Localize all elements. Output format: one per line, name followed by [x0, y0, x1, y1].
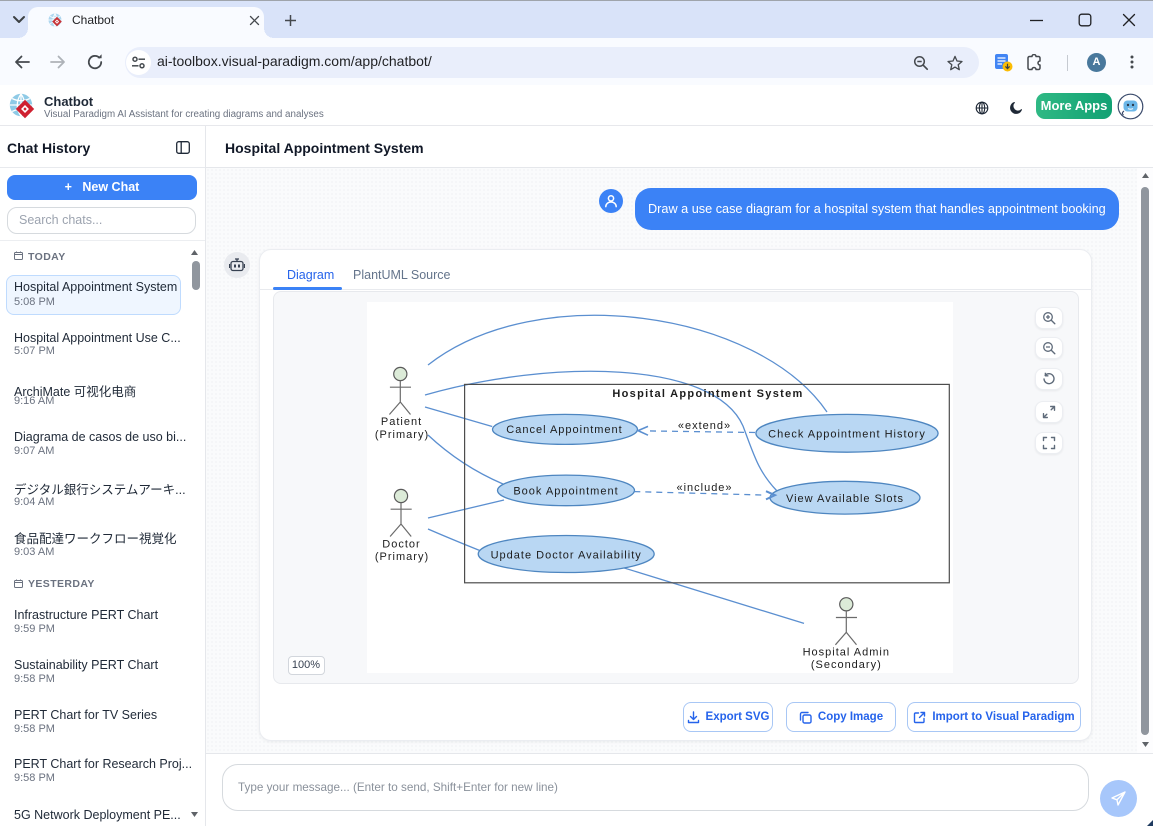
svg-text:Update Doctor Availability: Update Doctor Availability: [491, 550, 642, 562]
svg-text:Patient: Patient: [381, 416, 422, 428]
svg-text:Doctor: Doctor: [382, 539, 420, 551]
svg-text:Check Appointment History: Check Appointment History: [768, 428, 926, 440]
svg-text:Cancel Appointment: Cancel Appointment: [506, 424, 622, 436]
svg-text:Book Appointment: Book Appointment: [513, 486, 618, 498]
svg-text:«extend»: «extend»: [678, 420, 731, 432]
svg-text:Hospital Appointment System: Hospital Appointment System: [612, 388, 803, 400]
svg-text:(Primary): (Primary): [375, 551, 429, 563]
svg-text:View Available Slots: View Available Slots: [786, 493, 904, 505]
svg-text:«include»: «include»: [676, 482, 732, 494]
svg-text:(Secondary): (Secondary): [811, 659, 882, 671]
svg-text:(Primary): (Primary): [375, 429, 429, 441]
svg-text:Hospital Admin: Hospital Admin: [803, 647, 890, 659]
